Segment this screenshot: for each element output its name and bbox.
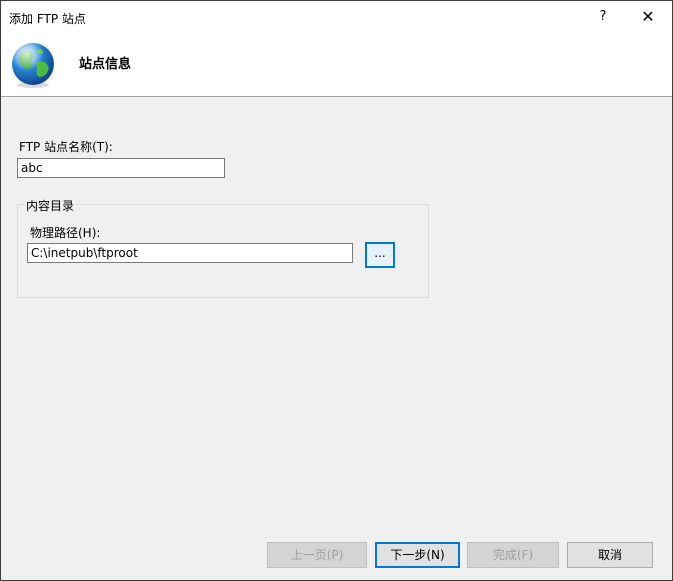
previous-button[interactable]: 上一页(P) xyxy=(267,542,367,568)
wizard-header: 站点信息 xyxy=(1,33,672,97)
finish-button[interactable]: 完成(F) xyxy=(467,542,559,568)
physical-path-label: 物理路径(H): xyxy=(30,226,101,240)
add-ftp-site-dialog: 添加 FTP 站点 ? ✕ 站点信息 FTP 站点名称(T): abc 内容目录… xyxy=(0,0,673,581)
browse-button[interactable]: ... xyxy=(365,242,395,268)
page-title: 站点信息 xyxy=(79,57,132,72)
globe-icon xyxy=(9,41,57,89)
site-name-input[interactable]: abc xyxy=(17,158,225,178)
content-directory-group: 内容目录 物理路径(H): C:\inetpub\ftproot ... xyxy=(17,197,429,298)
title-bar[interactable]: 添加 FTP 站点 ? ✕ xyxy=(1,1,672,33)
cancel-button[interactable]: 取消 xyxy=(567,542,653,568)
physical-path-input[interactable]: C:\inetpub\ftproot xyxy=(27,243,353,263)
next-button[interactable]: 下一步(N) xyxy=(375,542,460,568)
window-title: 添加 FTP 站点 xyxy=(9,12,86,26)
close-button[interactable]: ✕ xyxy=(633,5,663,29)
site-name-label: FTP 站点名称(T): xyxy=(19,140,113,154)
content-directory-title: 内容目录 xyxy=(24,197,77,214)
help-button[interactable]: ? xyxy=(589,5,617,29)
